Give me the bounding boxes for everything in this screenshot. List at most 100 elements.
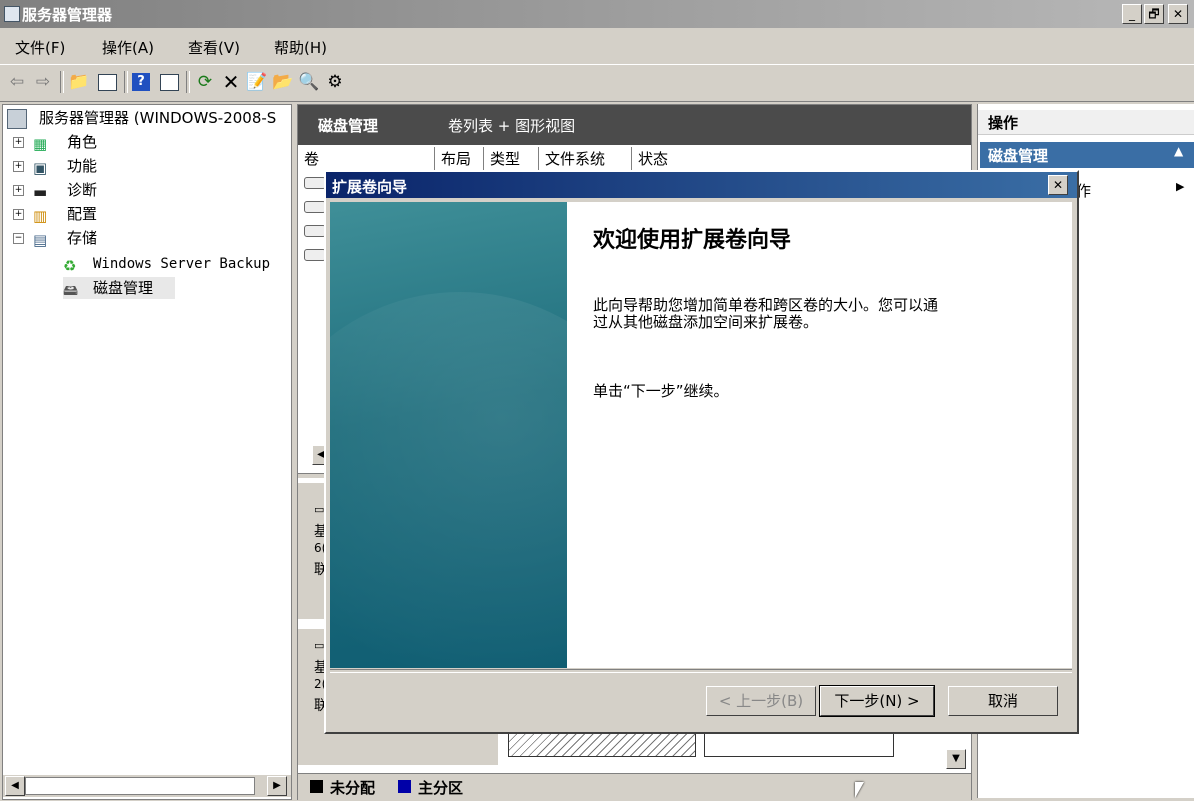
menu-action[interactable]: 操作(A) [102,37,154,58]
pane-header: 磁盘管理 卷列表 + 图形视图 [298,105,971,145]
show-action-pane-icon[interactable] [158,71,180,93]
volume-icon [304,249,326,261]
expand-icon[interactable]: + [13,137,24,148]
column-type[interactable]: 类型 [484,147,539,171]
tree-item-label: 配置 [67,205,98,223]
scroll-down-icon[interactable]: ▼ [946,749,966,769]
actions-more-item[interactable]: 作 ▶ [1076,178,1191,200]
menu-file[interactable]: 文件(F) [15,37,65,58]
scroll-thumb[interactable] [25,777,255,795]
window-title: 服务器管理器 [22,6,113,24]
properties-icon[interactable]: 📝 [246,71,268,93]
tree-item-configuration[interactable]: + ▥ 配置 [7,203,287,225]
pane-subtitle: 卷列表 + 图形视图 [448,117,576,135]
settings-icon[interactable]: ⚙ [324,71,346,93]
cancel-button[interactable]: 取消 [948,686,1058,716]
menu-bar: 文件(F) 操作(A) 查看(V) 帮助(H) [0,30,1194,62]
tree-root-label: 服务器管理器 (WINDOWS-2008-S [39,109,277,127]
server-icon [7,109,27,129]
column-volume[interactable]: 卷 [298,147,435,171]
toolbar-separator [186,71,190,93]
tree-item-label: 磁盘管理 [93,279,154,297]
legend-label: 未分配 [330,779,376,797]
submenu-arrow-icon: ▶ [1176,180,1185,193]
expand-icon[interactable]: + [13,185,24,196]
diagnostics-icon: ▬ [33,183,48,201]
wizard-title-bar: 扩展卷向导 ✕ [326,172,1077,198]
tree-item-features[interactable]: + ▣ 功能 [7,155,287,177]
column-status[interactable]: 状态 [632,147,968,171]
wizard-content: 欢迎使用扩展卷向导 此向导帮助您增加简单卷和跨区卷的大小。您可以通 过从其他磁盘… [330,202,1072,668]
backup-icon: ♻ [63,257,77,275]
minimize-button[interactable]: _ [1122,4,1142,24]
delete-icon[interactable]: ✕ [220,71,242,93]
toolbar-separator [124,71,128,93]
expand-icon[interactable]: + [13,209,24,220]
wizard-close-button[interactable]: ✕ [1048,175,1068,195]
menu-help[interactable]: 帮助(H) [274,37,327,58]
features-icon: ▣ [33,159,48,177]
tree-item-label: Windows Server Backup [93,256,271,272]
tree-item-storage[interactable]: − ▤ 存储 [7,227,287,249]
banner-decoration [330,292,567,668]
collapse-icon[interactable]: − [13,233,24,244]
wizard-title: 扩展卷向导 [332,178,408,196]
volume-icon [304,225,326,237]
expand-icon[interactable]: + [13,161,24,172]
legend-swatch-unallocated [310,780,323,793]
tree-item-disk-management[interactable]: 🖴 磁盘管理 [63,277,175,299]
scroll-right-icon[interactable]: ▶ [267,776,287,796]
back-button[interactable]: < 上一步(B) [706,686,816,716]
disk-icon: ▭ [314,639,325,652]
column-filesystem[interactable]: 文件系统 [539,147,632,171]
legend-swatch-primary [398,780,411,793]
disk-icon: ▭ [314,503,325,516]
up-folder-icon[interactable]: 📁 [68,71,90,93]
mouse-cursor-icon [855,782,864,798]
tree-item-label: 角色 [67,133,98,151]
primary-partition[interactable] [704,733,894,757]
wizard-heading: 欢迎使用扩展卷向导 [593,228,792,253]
title-bar: 服务器管理器 _ 🗗 ✕ [0,0,1194,28]
tree-item-roles[interactable]: + ▦ 角色 [7,131,287,153]
back-arrow-icon[interactable]: ⇦ [6,71,28,93]
configuration-icon: ▥ [33,207,48,225]
collapse-up-icon[interactable]: ▲ [1174,144,1183,158]
menu-view[interactable]: 查看(V) [188,37,240,58]
tree-item-label: 诊断 [67,181,98,199]
server-manager-icon [4,6,20,22]
storage-icon: ▤ [33,231,48,249]
legend-label: 主分区 [418,779,464,797]
help-icon[interactable]: ? [130,71,152,93]
actions-section[interactable]: 磁盘管理 ▲ [980,142,1194,168]
open-folder-icon[interactable]: 📂 [272,71,294,93]
refresh-icon[interactable]: ⟳ [194,71,216,93]
toolbar-separator [60,71,64,93]
volume-icon [304,201,326,213]
tree-item-label: 存储 [67,229,98,247]
actions-header: 操作 [978,110,1194,135]
restore-button[interactable]: 🗗 [1144,4,1164,24]
extend-volume-wizard: 扩展卷向导 ✕ 欢迎使用扩展卷向导 此向导帮助您增加简单卷和跨区卷的大小。您可以… [324,170,1079,734]
navigation-tree: 服务器管理器 (WINDOWS-2008-S + ▦ 角色 + ▣ 功能 + ▬… [2,104,292,800]
tree-item-label: 功能 [67,157,98,175]
legend-bar: 未分配 主分区 [298,773,971,800]
actions-section-label: 磁盘管理 [988,147,1049,165]
tree-item-diagnostics[interactable]: + ▬ 诊断 [7,179,287,201]
wizard-description-line2: 过从其他磁盘添加空间来扩展卷。 [593,313,819,331]
scroll-left-icon[interactable]: ◀ [5,776,25,796]
forward-arrow-icon[interactable]: ⇨ [32,71,54,93]
search-icon[interactable]: 🔍 [298,71,320,93]
wizard-instruction: 单击“下一步”继续。 [593,382,729,400]
close-button[interactable]: ✕ [1168,4,1188,24]
pane-title: 磁盘管理 [318,117,379,135]
tree-horizontal-scrollbar[interactable]: ◀ ▶ [3,775,291,797]
show-hide-tree-icon[interactable] [96,71,118,93]
column-layout[interactable]: 布局 [435,147,484,171]
next-button[interactable]: 下一步(N) > [819,685,935,717]
wizard-side-banner [330,202,567,668]
wizard-divider [330,669,1072,673]
roles-icon: ▦ [33,135,48,153]
unallocated-partition[interactable] [508,733,696,757]
actions-header-label: 操作 [988,114,1019,132]
